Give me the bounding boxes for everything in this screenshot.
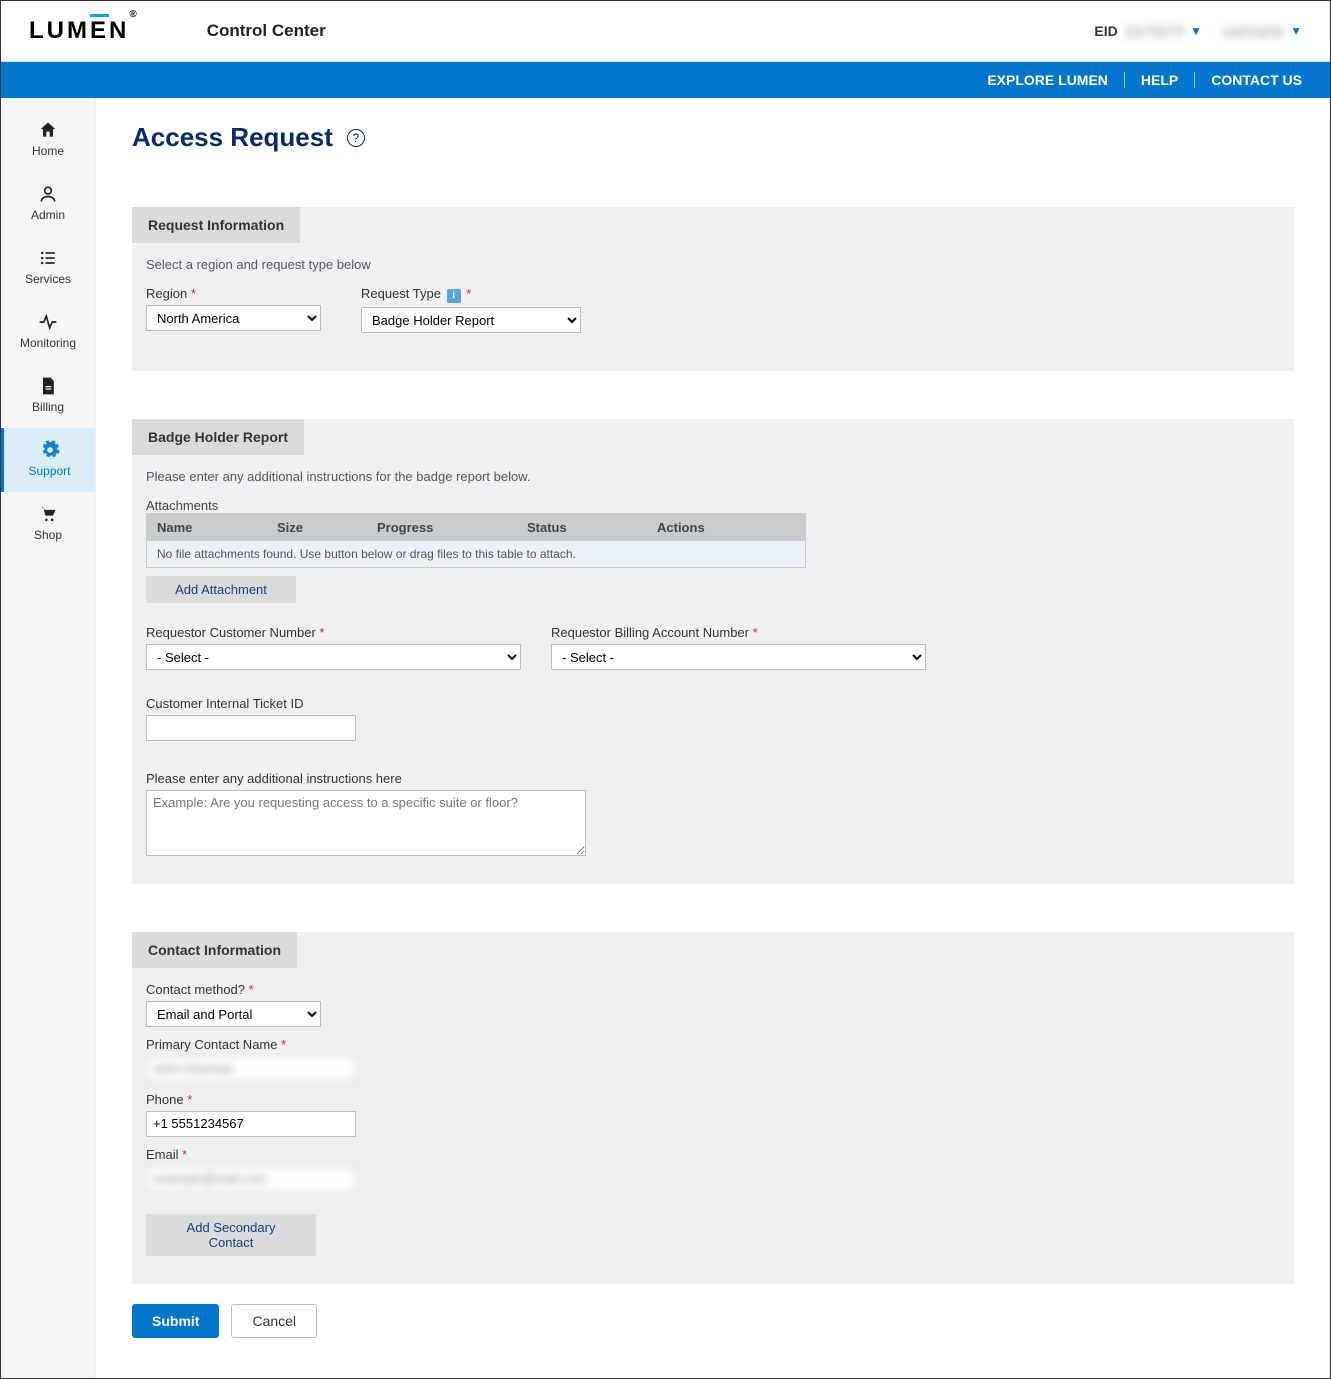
sidebar-item-admin[interactable]: Admin (1, 172, 95, 236)
eid-dropdown[interactable]: EID 11176273 ▼ (1094, 23, 1201, 39)
col-progress: Progress (367, 514, 517, 541)
submit-button[interactable]: Submit (132, 1304, 219, 1338)
sidebar-item-services[interactable]: Services (1, 236, 95, 300)
page-title-row: Access Request ? (132, 122, 1294, 153)
sidebar-item-label: Shop (34, 528, 62, 542)
utility-bar: EXPLORE LUMEN HELP CONTACT US (1, 62, 1330, 98)
section-badge-report: Badge Holder Report Please enter any add… (132, 419, 1294, 884)
activity-icon (38, 312, 58, 332)
request-type-label: Request Type i * (361, 286, 581, 303)
sidebar-item-label: Monitoring (20, 336, 76, 350)
billing-account-label: Requestor Billing Account Number * (551, 625, 926, 640)
app-name: Control Center (207, 21, 326, 41)
logo: LUMEN® (29, 17, 137, 45)
cancel-button[interactable]: Cancel (231, 1304, 317, 1338)
col-size: Size (267, 514, 367, 541)
instructions-label: Please enter any additional instructions… (146, 771, 1280, 786)
sidebar-item-label: Billing (32, 400, 64, 414)
sidebar-item-monitoring[interactable]: Monitoring (1, 300, 95, 364)
sidebar-item-shop[interactable]: Shop (1, 492, 95, 556)
contact-method-label: Contact method? * (146, 982, 1280, 997)
attachments-table: Name Size Progress Status Actions No fil… (146, 513, 806, 568)
user-name: username (1222, 23, 1284, 39)
instructions-textarea[interactable] (146, 790, 586, 856)
email-input[interactable] (146, 1166, 356, 1192)
sidebar-item-label: Admin (31, 208, 65, 222)
section-heading: Badge Holder Report (132, 419, 304, 455)
help-icon[interactable]: ? (347, 129, 365, 147)
section-hint: Select a region and request type below (146, 257, 1280, 272)
col-actions: Actions (647, 514, 805, 541)
add-attachment-button[interactable]: Add Attachment (146, 576, 296, 603)
help-link[interactable]: HELP (1125, 72, 1195, 88)
chevron-down-icon: ▼ (1290, 24, 1302, 38)
sidebar-item-label: Services (25, 272, 71, 286)
file-icon (38, 376, 58, 396)
section-heading: Request Information (132, 207, 300, 243)
sidebar-item-home[interactable]: Home (1, 108, 95, 172)
region-select[interactable]: North America (146, 305, 321, 331)
billing-account-select[interactable]: - Select - (551, 644, 926, 670)
attachments-empty: No file attachments found. Use button be… (147, 541, 805, 567)
home-icon (38, 120, 58, 140)
section-request-info: Request Information Select a region and … (132, 207, 1294, 371)
chevron-down-icon: ▼ (1190, 24, 1202, 38)
phone-label: Phone * (146, 1092, 1280, 1107)
sidebar: Home Admin Services Monitoring Billing S… (1, 98, 96, 1378)
cart-icon (38, 504, 58, 524)
section-contact-info: Contact Information Contact method? * Em… (132, 932, 1294, 1284)
contact-method-select[interactable]: Email and Portal (146, 1001, 321, 1027)
eid-value: 11176273 (1124, 23, 1184, 39)
attachments-label: Attachments (146, 498, 1280, 513)
explore-link[interactable]: EXPLORE LUMEN (971, 72, 1125, 88)
phone-input[interactable] (146, 1111, 356, 1137)
main-content: Access Request ? Request Information Sel… (96, 98, 1330, 1378)
customer-number-label: Requestor Customer Number * (146, 625, 521, 640)
ticket-id-input[interactable] (146, 715, 356, 741)
sidebar-item-support[interactable]: Support (1, 428, 95, 492)
sidebar-item-label: Support (28, 464, 70, 478)
user-icon (38, 184, 58, 204)
sidebar-item-billing[interactable]: Billing (1, 364, 95, 428)
form-actions: Submit Cancel (132, 1304, 1294, 1338)
contact-name-label: Primary Contact Name * (146, 1037, 1280, 1052)
contact-link[interactable]: CONTACT US (1195, 72, 1302, 88)
col-name: Name (147, 514, 267, 541)
sidebar-item-label: Home (32, 144, 64, 158)
email-label: Email * (146, 1147, 1280, 1162)
col-status: Status (517, 514, 647, 541)
section-hint: Please enter any additional instructions… (146, 469, 1280, 484)
gear-icon (40, 440, 60, 460)
add-secondary-contact-button[interactable]: Add Secondary Contact (146, 1214, 316, 1256)
list-icon (38, 248, 58, 268)
page-title: Access Request (132, 122, 333, 153)
request-type-select[interactable]: Badge Holder Report (361, 307, 581, 333)
ticket-id-label: Customer Internal Ticket ID (146, 696, 1280, 711)
eid-label: EID (1094, 23, 1117, 39)
customer-number-select[interactable]: - Select - (146, 644, 521, 670)
region-label: Region * (146, 286, 321, 301)
contact-name-input[interactable] (146, 1056, 356, 1082)
section-heading: Contact Information (132, 932, 297, 968)
user-dropdown[interactable]: username ▼ (1222, 23, 1302, 39)
info-icon[interactable]: i (447, 289, 461, 303)
top-header: LUMEN® Control Center EID 11176273 ▼ use… (1, 1, 1330, 62)
